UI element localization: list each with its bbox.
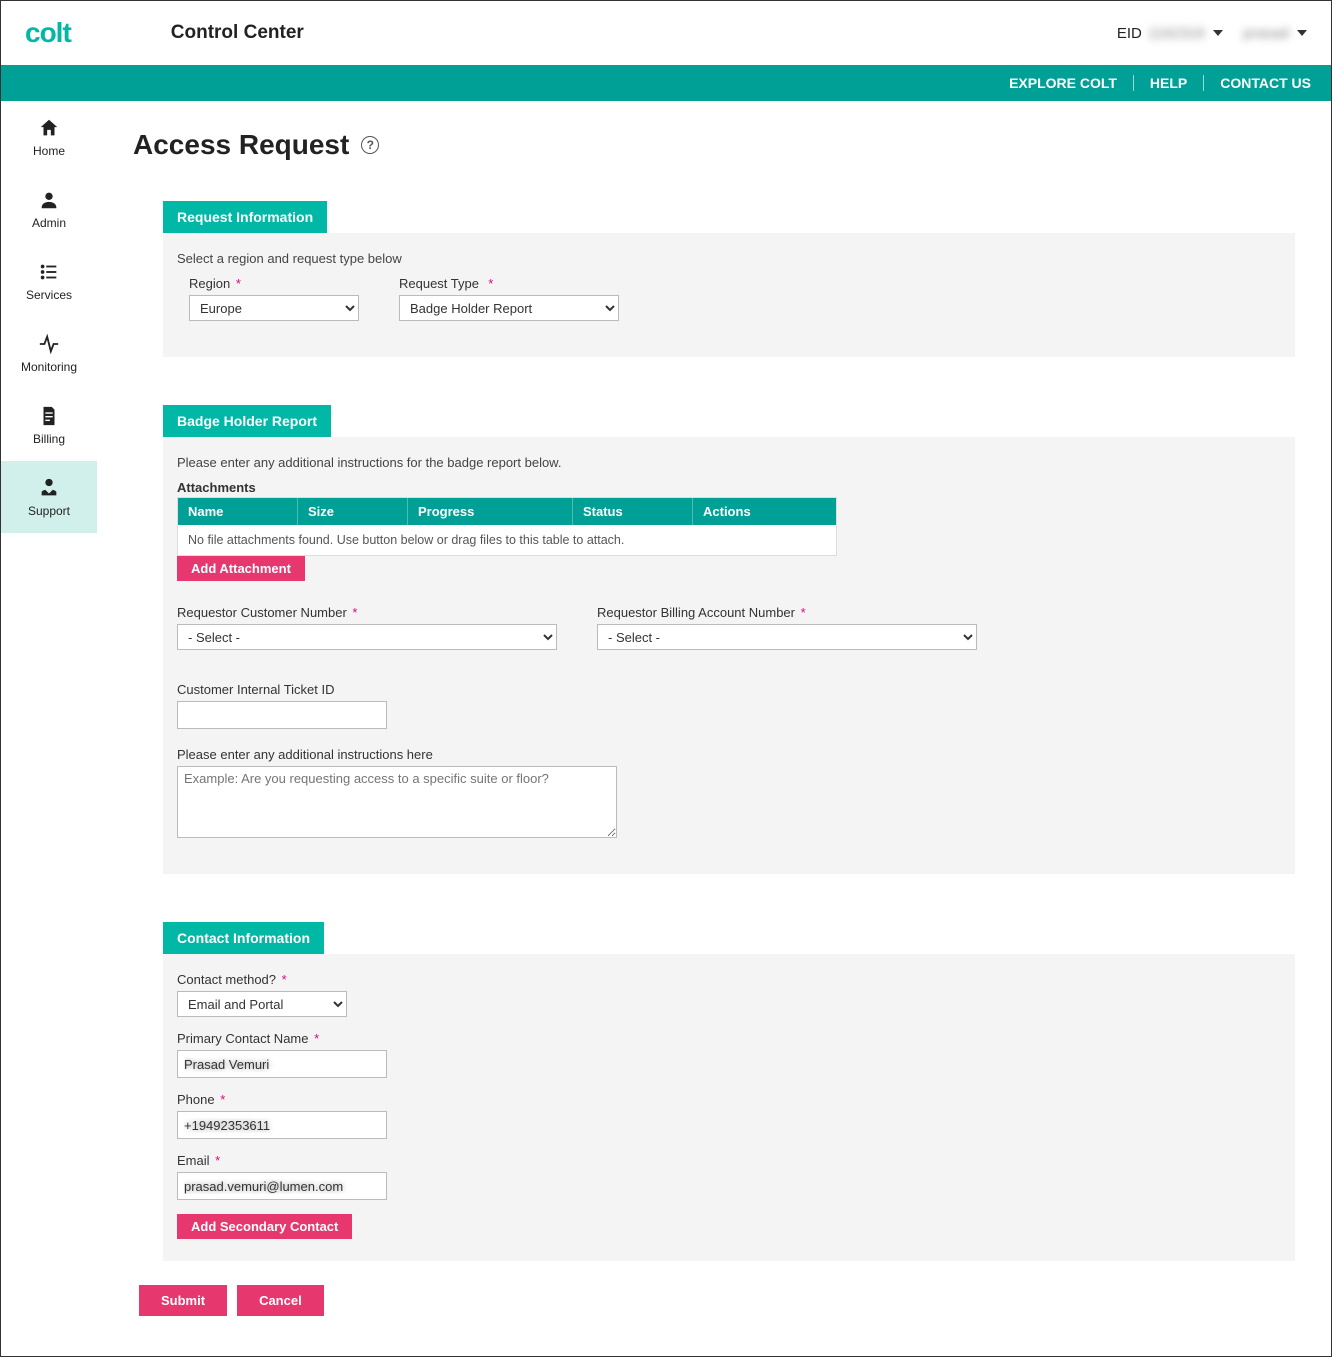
col-status: Status bbox=[573, 498, 693, 525]
sidebar-item-billing[interactable]: Billing bbox=[1, 389, 97, 461]
add-secondary-contact-button[interactable]: Add Secondary Contact bbox=[177, 1214, 352, 1239]
badge-hint: Please enter any additional instructions… bbox=[177, 455, 1281, 470]
requestor-billing-select[interactable]: - Select - bbox=[597, 624, 977, 650]
eid-dropdown[interactable]: EID 1162316 bbox=[1117, 25, 1223, 42]
submit-button[interactable]: Submit bbox=[139, 1285, 227, 1316]
page-title: Access Request bbox=[133, 129, 349, 161]
sidebar-item-label: Billing bbox=[33, 432, 65, 446]
email-label: Email * bbox=[177, 1153, 1281, 1168]
attachments-table-head: Name Size Progress Status Actions bbox=[178, 498, 836, 525]
attachments-table[interactable]: Name Size Progress Status Actions No fil… bbox=[177, 497, 837, 556]
sidebar-item-support[interactable]: Support bbox=[1, 461, 97, 533]
nav-explore[interactable]: EXPLORE COLT bbox=[993, 75, 1134, 91]
main-content: Access Request ? Request Information Sel… bbox=[97, 101, 1331, 1356]
additional-instructions-textarea[interactable] bbox=[177, 766, 617, 838]
col-progress: Progress bbox=[408, 498, 573, 525]
eid-value: 1162316 bbox=[1148, 25, 1205, 42]
primary-contact-name-input[interactable] bbox=[177, 1050, 387, 1078]
email-input[interactable] bbox=[177, 1172, 387, 1200]
section-badge-holder-report: Badge Holder Report Please enter any add… bbox=[163, 405, 1295, 874]
activity-icon bbox=[37, 332, 61, 356]
primary-contact-name-label: Primary Contact Name * bbox=[177, 1031, 1281, 1046]
region-select[interactable]: Europe bbox=[189, 295, 359, 321]
chevron-down-icon bbox=[1213, 30, 1223, 36]
support-icon bbox=[37, 476, 61, 500]
sidebar-item-label: Monitoring bbox=[21, 360, 77, 374]
user-dropdown[interactable]: prasad bbox=[1243, 25, 1307, 42]
section-header-request-info: Request Information bbox=[163, 201, 327, 233]
cancel-button[interactable]: Cancel bbox=[237, 1285, 324, 1316]
requestor-customer-number-select[interactable]: - Select - bbox=[177, 624, 557, 650]
section-contact-info: Contact Information Contact method? * Em… bbox=[163, 922, 1295, 1261]
phone-label: Phone * bbox=[177, 1092, 1281, 1107]
internal-ticket-label: Customer Internal Ticket ID bbox=[177, 682, 1281, 697]
home-icon bbox=[37, 116, 61, 140]
section-header-contact: Contact Information bbox=[163, 922, 324, 954]
add-attachment-button[interactable]: Add Attachment bbox=[177, 556, 305, 581]
list-icon bbox=[37, 260, 61, 284]
internal-ticket-input[interactable] bbox=[177, 701, 387, 729]
sidebar-item-label: Services bbox=[26, 288, 72, 302]
page-title-row: Access Request ? bbox=[133, 129, 1295, 161]
colt-logo bbox=[25, 17, 71, 49]
top-header: Control Center EID 1162316 prasad bbox=[1, 1, 1331, 65]
sidebar-item-label: Home bbox=[33, 144, 65, 158]
sidebar-item-monitoring[interactable]: Monitoring bbox=[1, 317, 97, 389]
help-icon[interactable]: ? bbox=[361, 136, 379, 154]
attachments-empty: No file attachments found. Use button be… bbox=[178, 525, 836, 555]
region-label: Region * bbox=[189, 276, 359, 291]
sidebar-item-label: Support bbox=[28, 504, 70, 518]
sidebar-item-label: Admin bbox=[32, 216, 66, 230]
sidebar: Home Admin Services Monitoring Billing bbox=[1, 101, 97, 1356]
contact-method-label: Contact method? * bbox=[177, 972, 1281, 987]
app-title: Control Center bbox=[171, 22, 304, 44]
requestor-customer-number-label: Requestor Customer Number * bbox=[177, 605, 557, 620]
requestor-billing-label: Requestor Billing Account Number * bbox=[597, 605, 977, 620]
chevron-down-icon bbox=[1297, 30, 1307, 36]
col-actions: Actions bbox=[693, 498, 836, 525]
section-header-badge: Badge Holder Report bbox=[163, 405, 331, 437]
footer-buttons: Submit Cancel bbox=[139, 1285, 1295, 1316]
billing-icon bbox=[37, 404, 61, 428]
additional-instructions-label: Please enter any additional instructions… bbox=[177, 747, 1281, 762]
nav-bar: EXPLORE COLT HELP CONTACT US bbox=[1, 65, 1331, 101]
user-icon bbox=[37, 188, 61, 212]
attachments-label: Attachments bbox=[177, 480, 1281, 495]
sidebar-item-home[interactable]: Home bbox=[1, 101, 97, 173]
eid-label: EID bbox=[1117, 25, 1142, 42]
contact-method-select[interactable]: Email and Portal bbox=[177, 991, 347, 1017]
section-request-info: Request Information Select a region and … bbox=[163, 201, 1295, 357]
col-name: Name bbox=[178, 498, 298, 525]
request-type-label: Request Type * bbox=[399, 276, 619, 291]
nav-help[interactable]: HELP bbox=[1134, 75, 1204, 91]
request-info-hint: Select a region and request type below bbox=[177, 251, 1281, 266]
request-type-select[interactable]: Badge Holder Report bbox=[399, 295, 619, 321]
sidebar-item-services[interactable]: Services bbox=[1, 245, 97, 317]
header-right: EID 1162316 prasad bbox=[1117, 25, 1307, 42]
nav-contact[interactable]: CONTACT US bbox=[1204, 75, 1311, 91]
col-size: Size bbox=[298, 498, 408, 525]
user-name: prasad bbox=[1243, 25, 1289, 42]
sidebar-item-admin[interactable]: Admin bbox=[1, 173, 97, 245]
phone-input[interactable] bbox=[177, 1111, 387, 1139]
